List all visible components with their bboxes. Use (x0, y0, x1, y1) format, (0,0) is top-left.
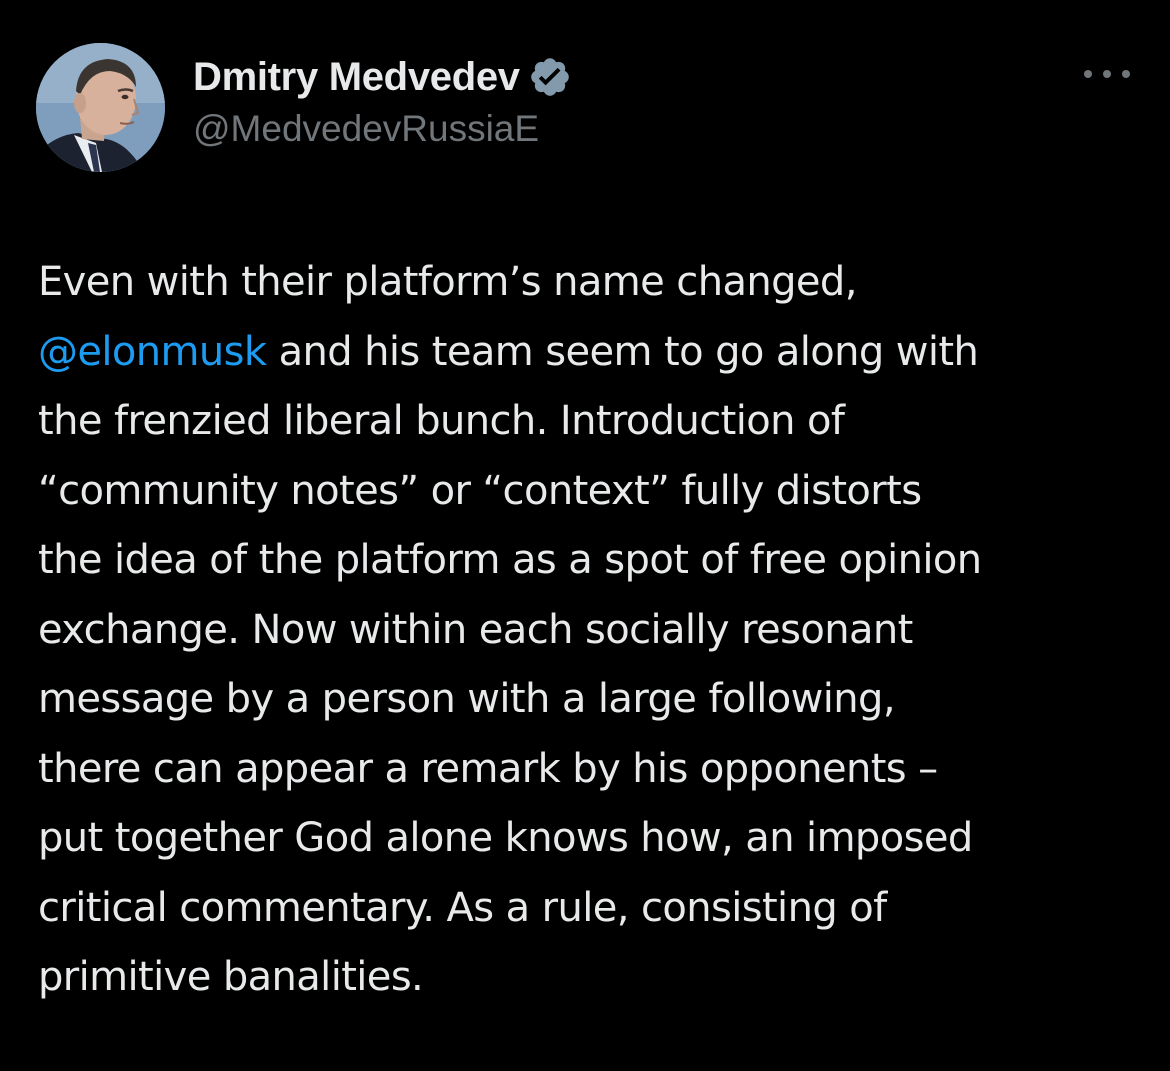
mention-link[interactable]: @elonmusk (38, 329, 267, 375)
tweet-line: the frenzied liberal bunch. Introduction… (38, 387, 1148, 457)
tweet-line: the idea of the platform as a spot of fr… (38, 526, 1148, 596)
tweet-line-text: primitive banalities. (38, 954, 424, 1000)
tweet-card: Dmitry Medvedev @MedvedevRussiaE Even wi… (0, 0, 1170, 1071)
tweet-line: message by a person with a large followi… (38, 665, 1148, 735)
tweet-line-text: put together God alone knows how, an imp… (38, 815, 973, 861)
author-avatar[interactable] (36, 43, 165, 172)
tweet-line: “community notes” or “context” fully dis… (38, 457, 1148, 527)
name-row: Dmitry Medvedev (193, 52, 572, 102)
tweet-line: critical commentary. As a rule, consisti… (38, 874, 1148, 944)
author-handle[interactable]: @MedvedevRussiaE (193, 108, 572, 150)
tweet-line-text: and his team seem to go along with (266, 328, 979, 375)
tweet-line: there can appear a remark by his opponen… (38, 735, 1148, 805)
tweet-line-text: “community notes” or “context” fully dis… (38, 467, 922, 514)
more-horizontal-icon (1084, 70, 1092, 78)
tweet-line: primitive banalities. (38, 943, 1148, 1013)
tweet-line-text: the frenzied liberal bunch. Introduction… (38, 398, 845, 444)
more-horizontal-icon-dot (1122, 70, 1130, 78)
tweet-line: exchange. Now within each socially reson… (38, 596, 1148, 666)
tweet-line-text: exchange. Now within each socially reson… (38, 606, 913, 653)
tweet-line-text: critical commentary. As a rule, consisti… (38, 884, 887, 931)
tweet-line-text: Even with their platform’s name changed, (38, 259, 857, 305)
verified-badge-icon[interactable] (528, 55, 572, 99)
author-name[interactable]: Dmitry Medvedev (193, 55, 520, 100)
portrait-avatar-icon (36, 43, 165, 172)
tweet-line-text: message by a person with a large followi… (38, 676, 896, 722)
tweet-line: Even with their platform’s name changed, (38, 248, 1148, 318)
tweet-text: Even with their platform’s name changed,… (38, 248, 1148, 1013)
tweet-line: put together God alone knows how, an imp… (38, 804, 1148, 874)
tweet-line-text: the idea of the platform as a spot of fr… (38, 537, 982, 583)
tweet-line: @elonmusk and his team seem to go along … (38, 318, 1148, 388)
more-horizontal-icon-dot (1103, 70, 1111, 78)
author-header: Dmitry Medvedev @MedvedevRussiaE (193, 52, 572, 150)
tweet-line-text: there can appear a remark by his opponen… (38, 745, 938, 792)
more-options-button[interactable] (1084, 64, 1130, 84)
